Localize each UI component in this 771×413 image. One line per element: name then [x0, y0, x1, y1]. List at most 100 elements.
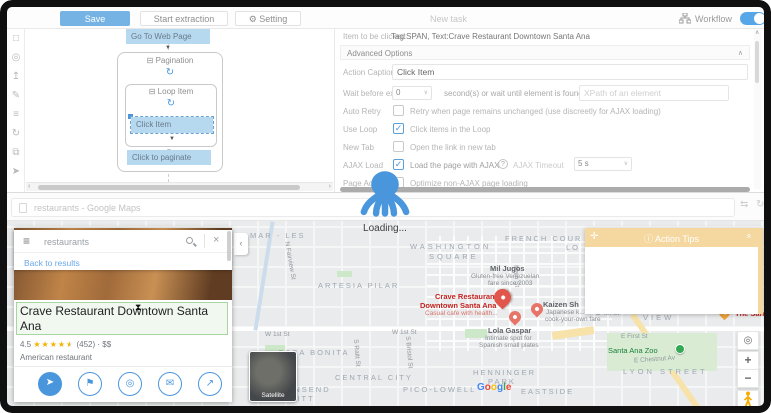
ajax-load-text: Load the page with AJAX	[410, 161, 500, 170]
poi-description: Spanish small plates	[479, 342, 539, 349]
workflow-toggle[interactable]	[740, 12, 766, 25]
wait-seconds-select[interactable]: 0 ∨	[392, 86, 432, 100]
config-v-scrollbar[interactable]: ∧	[754, 29, 761, 189]
send-to-phone-button[interactable]: ✉	[158, 372, 182, 396]
dot-separator: ·	[97, 340, 101, 349]
workflow-node-loop-item[interactable]: ⊟ Loop Item ↻ Click Item ▼	[125, 84, 217, 147]
setting-button[interactable]: ⚙ Setting	[235, 11, 301, 26]
place-title[interactable]: Crave Restaurant Downtown Santa Ana	[17, 303, 227, 335]
edit-icon[interactable]: ✎	[8, 90, 24, 101]
scroll-up-icon[interactable]: ∧	[755, 29, 759, 36]
map-street-label: E First St	[621, 333, 648, 340]
map-area-label: CENTRAL CITY	[335, 373, 413, 382]
poi-description: Japanese k...	[546, 309, 585, 316]
scroll-right-icon[interactable]: ›	[329, 183, 331, 190]
close-icon[interactable]: ×	[213, 234, 219, 246]
url-title: restaurants - Google Maps	[34, 203, 141, 213]
search-icon[interactable]	[186, 237, 193, 244]
click-tool-icon[interactable]: ◎	[8, 52, 24, 63]
google-logo: Google	[477, 382, 512, 393]
top-toolbar: Save Start extraction ⚙ Setting New task…	[7, 7, 766, 29]
map-area-label: FRENCH COUR	[505, 234, 583, 243]
xpath-input[interactable]	[579, 85, 729, 101]
wait-seconds-value: 0	[396, 88, 401, 97]
start-extraction-button[interactable]: Start extraction	[140, 11, 228, 26]
scroll-left-icon[interactable]: ‹	[28, 183, 30, 190]
item-to-be-clicked-value: Tag:SPAN, Text:Crave Restaurant Downtown…	[391, 32, 590, 41]
map-area-label: VIEW	[643, 313, 675, 322]
save-place-button[interactable]: ⚑	[78, 372, 102, 396]
refresh-icon[interactable]: ↻	[756, 199, 764, 210]
map-area-label: LYON STREET	[623, 367, 708, 376]
price-level: $$	[102, 340, 112, 349]
green-patch	[337, 271, 352, 277]
workflow-node-click-to-paginate[interactable]: Click to paginate	[127, 150, 211, 165]
satellite-toggle[interactable]: Satellite	[249, 351, 297, 402]
chevron-down-icon: ∨	[423, 90, 428, 96]
refresh-icon[interactable]: ↻	[8, 128, 24, 139]
save-button[interactable]: Save	[60, 11, 130, 26]
select-icon[interactable]: ➤	[8, 166, 24, 177]
new-tab-checkbox[interactable]	[393, 141, 404, 152]
zoo-marker-icon[interactable]	[675, 344, 685, 354]
poi-santa-ana-zoo[interactable]: Santa Ana Zoo	[608, 346, 658, 355]
my-location-button[interactable]: ◎	[737, 331, 759, 350]
collapse-box-icon[interactable]: ⊟	[147, 56, 154, 65]
export-icon[interactable]: ↥	[8, 71, 24, 82]
search-icon-handle	[193, 242, 197, 247]
scrollbar-thumb[interactable]	[755, 41, 759, 83]
poi-description: Gluten-free Venezuelan	[471, 273, 540, 280]
map-area-label: MAR - LES	[250, 231, 306, 240]
maps-search-box: ≡ restaurants × Back to results	[14, 230, 232, 270]
review-count[interactable]: (452)	[76, 340, 95, 349]
place-title-highlight[interactable]: Crave Restaurant Downtown Santa Ana	[16, 302, 228, 335]
loading-overlay: Loading...	[352, 168, 418, 238]
wait-suffix-label: second(s) or wait until element is found	[444, 89, 583, 98]
switch-browser-icon[interactable]: ⇆	[740, 199, 748, 210]
nearby-button[interactable]: ◎	[118, 372, 142, 396]
place-category[interactable]: American restaurant	[20, 353, 92, 362]
browse-icon[interactable]: □	[8, 33, 24, 44]
scrollbar-thumb[interactable]	[38, 185, 300, 190]
poi-kaizen[interactable]: Kaizen Sh	[543, 300, 579, 309]
use-loop-text: Click items in the Loop	[410, 125, 491, 134]
rating-value: 4.5	[20, 340, 32, 349]
poi-lola-gaspar[interactable]: Lola Gaspar	[488, 326, 531, 335]
collapse-box-icon[interactable]: ⊟	[149, 87, 156, 96]
workflow-icon[interactable]: ⧉	[8, 147, 24, 158]
chevron-up-icon[interactable]: ∧	[738, 49, 743, 57]
poi-crave-restaurant[interactable]: Crave Restaurant	[435, 292, 497, 301]
menu-icon[interactable]: ≡	[23, 234, 30, 248]
divider	[204, 234, 205, 248]
back-to-results-link[interactable]: Back to results	[24, 258, 80, 268]
task-name-input[interactable]: New task	[430, 14, 467, 24]
workflow-node-go-to-web-page[interactable]: Go To Web Page	[126, 29, 210, 44]
workflow-h-scrollbar[interactable]: ‹ ›	[26, 182, 333, 191]
card-scrollbar[interactable]	[227, 231, 231, 261]
zoom-in-button[interactable]: +	[737, 351, 759, 370]
workflow-tool-strip: □ ◎ ↥ ✎ ≡ ↻ ⧉ ➤	[7, 29, 25, 192]
poi-description: Casual cafe with health...	[425, 310, 498, 317]
auto-retry-text: Retry when page remains unchanged (use d…	[410, 107, 661, 116]
action-tips-header[interactable]: ✛ ⓘ Action Tips «	[585, 228, 758, 247]
poi-crave-restaurant-line2[interactable]: Downtown Santa Ana	[420, 301, 496, 310]
auto-retry-checkbox[interactable]	[393, 105, 404, 116]
action-caption-input[interactable]	[392, 64, 748, 80]
collapse-panel-icon[interactable]: «	[744, 233, 754, 238]
use-loop-checkbox[interactable]: ✓	[393, 123, 404, 134]
pegman-button[interactable]	[737, 390, 759, 406]
ajax-timeout-select[interactable]: 5 s ∨	[574, 157, 632, 171]
action-tips-title: ⓘ Action Tips	[643, 234, 700, 244]
list-icon[interactable]: ≡	[8, 109, 24, 120]
side-panel-collapse-button[interactable]: ‹	[234, 233, 248, 255]
advanced-options-header[interactable]: Advanced Options ∧	[340, 45, 750, 60]
zoom-out-button[interactable]: −	[737, 369, 759, 388]
share-button[interactable]: ↗	[198, 372, 222, 396]
help-icon[interactable]: ?	[498, 159, 508, 169]
search-input[interactable]: restaurants	[44, 237, 89, 247]
auto-retry-label: Auto Retry	[343, 107, 381, 116]
poi-mil-jugos[interactable]: Mil Jugos	[490, 264, 525, 273]
directions-button[interactable]: ➤	[38, 372, 62, 396]
workflow-node-click-item[interactable]: Click Item	[130, 116, 214, 134]
use-loop-label: Use Loop	[343, 125, 378, 134]
